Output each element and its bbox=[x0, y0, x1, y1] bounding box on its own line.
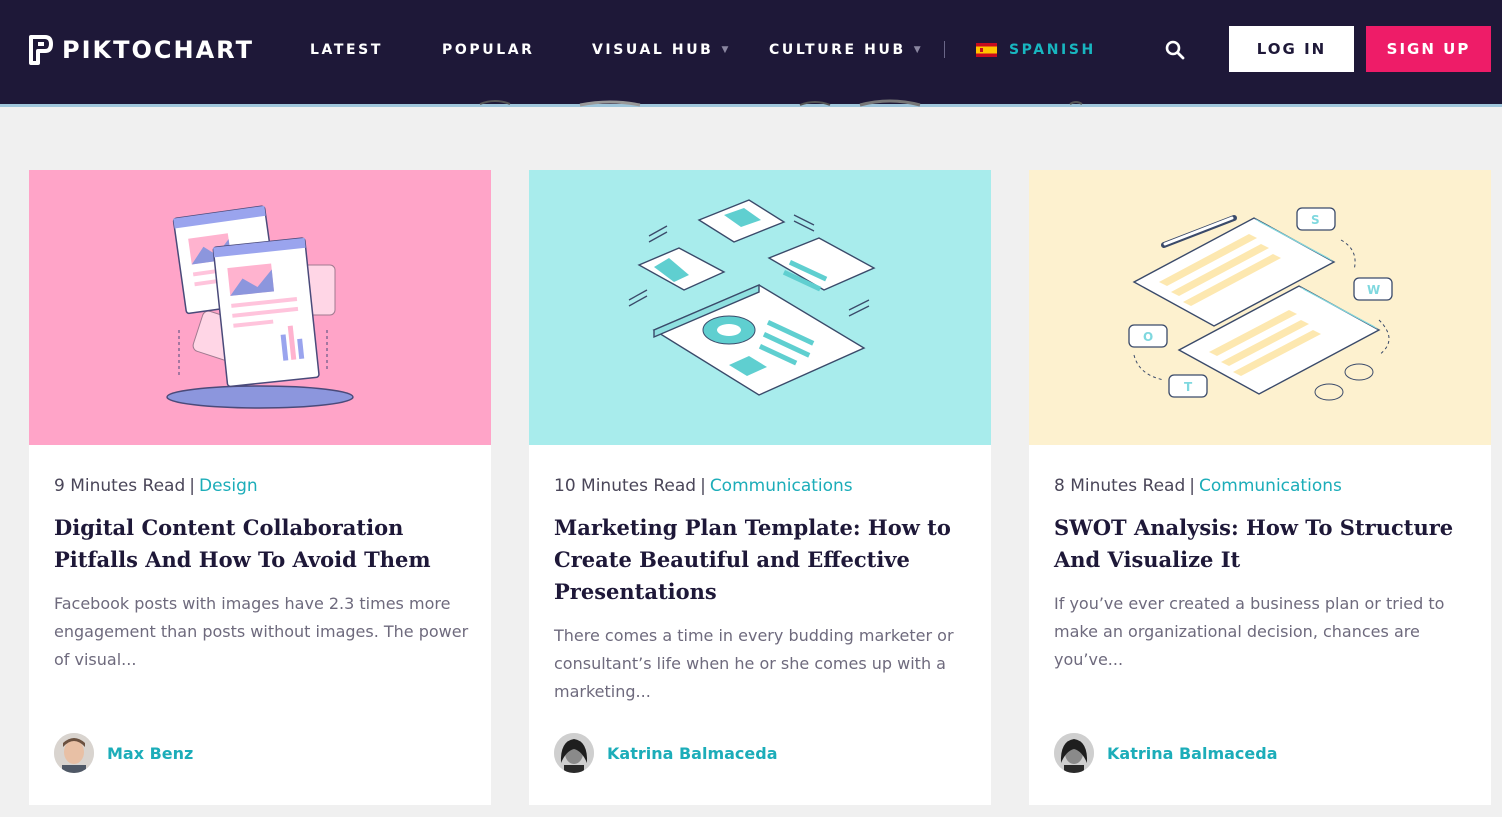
svg-text:W: W bbox=[1367, 283, 1380, 297]
svg-text:T: T bbox=[1184, 380, 1193, 394]
article-card[interactable]: 10 Minutes Read | Communications Marketing… bbox=[529, 170, 991, 805]
spain-flag-icon bbox=[976, 43, 997, 57]
meta-separator: | bbox=[1189, 476, 1195, 496]
chevron-down-icon: ▼ bbox=[913, 45, 921, 55]
read-time: 10 Minutes Read bbox=[554, 476, 697, 496]
article-meta: 9 Minutes Read | Design bbox=[54, 475, 474, 497]
article-thumbnail[interactable] bbox=[529, 170, 991, 445]
nav-visual-hub[interactable]: VISUAL HUB ▼ bbox=[592, 40, 728, 60]
hero-illustration-peek bbox=[479, 99, 1083, 107]
read-time: 9 Minutes Read bbox=[54, 476, 186, 496]
article-author[interactable]: Katrina Balmaceda bbox=[1054, 733, 1278, 773]
nav-culture-hub[interactable]: CULTURE HUB ▼ bbox=[769, 40, 921, 60]
login-button[interactable]: LOG IN bbox=[1229, 26, 1354, 72]
nav-visual-hub-label: VISUAL HUB bbox=[592, 42, 714, 58]
nav-divider bbox=[944, 41, 945, 58]
article-author[interactable]: Max Benz bbox=[54, 733, 193, 773]
article-card[interactable]: S W O T 8 Minutes Read | Communications SW… bbox=[1029, 170, 1491, 805]
author-name[interactable]: Max Benz bbox=[107, 744, 193, 763]
author-name[interactable]: Katrina Balmaceda bbox=[1107, 744, 1278, 763]
chevron-down-icon: ▼ bbox=[721, 45, 729, 55]
article-excerpt: If you’ve ever created a business plan o… bbox=[1054, 594, 1445, 669]
article-meta: 10 Minutes Read | Communications bbox=[554, 475, 974, 497]
piktochart-logo-icon bbox=[29, 35, 53, 65]
author-name[interactable]: Katrina Balmaceda bbox=[607, 744, 778, 763]
avatar bbox=[554, 733, 594, 773]
svg-text:O: O bbox=[1143, 330, 1153, 344]
article-title[interactable]: Marketing Plan Template: How to Create B… bbox=[554, 512, 974, 608]
category-link[interactable]: Communications bbox=[1199, 476, 1342, 496]
nav-latest[interactable]: LATEST bbox=[310, 40, 383, 60]
article-title[interactable]: Digital Content Collaboration Pitfalls A… bbox=[54, 512, 474, 576]
article-author[interactable]: Katrina Balmaceda bbox=[554, 733, 778, 773]
article-thumbnail[interactable]: S W O T bbox=[1029, 170, 1491, 445]
article-meta: 8 Minutes Read | Communications bbox=[1054, 475, 1474, 497]
swot-illustration: S W O T bbox=[1029, 170, 1491, 445]
read-time: 8 Minutes Read bbox=[1054, 476, 1186, 496]
article-excerpt: Facebook posts with images have 2.3 time… bbox=[54, 594, 469, 669]
nav-latest-label: LATEST bbox=[310, 42, 384, 58]
article-title[interactable]: SWOT Analysis: How To Structure And Visu… bbox=[1054, 512, 1474, 576]
meta-separator: | bbox=[700, 476, 706, 496]
category-link[interactable]: Communications bbox=[710, 476, 853, 496]
meta-separator: | bbox=[189, 476, 195, 496]
site-header: PIKTOCHART LATEST POPULAR VISUAL HUB ▼ C… bbox=[0, 0, 1502, 104]
language-switch-spanish[interactable]: SPANISH bbox=[976, 40, 1096, 60]
language-label: SPANISH bbox=[1009, 42, 1096, 58]
piktochart-logo[interactable]: PIKTOCHART bbox=[28, 34, 254, 66]
avatar bbox=[54, 733, 94, 773]
category-link[interactable]: Design bbox=[199, 476, 258, 496]
collaboration-illustration bbox=[29, 170, 491, 445]
article-card[interactable]: 9 Minutes Read | Design Digital Content Co… bbox=[29, 170, 491, 805]
logo-text: PIKTOCHART bbox=[62, 36, 254, 64]
article-excerpt: There comes a time in every budding mark… bbox=[554, 626, 954, 701]
article-thumbnail[interactable] bbox=[29, 170, 491, 445]
marketing-plan-illustration bbox=[529, 170, 991, 445]
nav-popular[interactable]: POPULAR bbox=[442, 40, 535, 60]
article-body: 8 Minutes Read | Communications SWOT Analy… bbox=[1054, 475, 1474, 674]
svg-text:S: S bbox=[1311, 213, 1320, 227]
article-body: 9 Minutes Read | Design Digital Content Co… bbox=[54, 475, 474, 674]
search-button[interactable] bbox=[1162, 37, 1188, 63]
avatar bbox=[1054, 733, 1094, 773]
nav-popular-label: POPULAR bbox=[442, 42, 535, 58]
nav-culture-hub-label: CULTURE HUB bbox=[769, 42, 906, 58]
article-body: 10 Minutes Read | Communications Marketing… bbox=[554, 475, 974, 706]
signup-button[interactable]: SIGN UP bbox=[1366, 26, 1491, 72]
search-icon bbox=[1165, 40, 1185, 60]
